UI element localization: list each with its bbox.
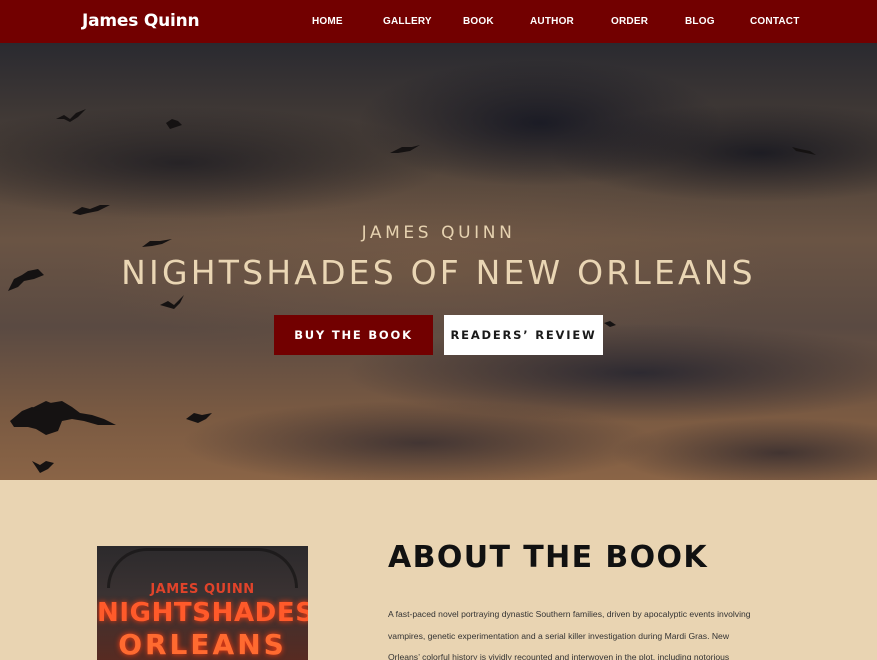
hero-author-name: JAMES QUINN	[361, 223, 516, 243]
nav-order[interactable]: ORDER	[611, 16, 648, 27]
nav-home[interactable]: HOME	[312, 16, 343, 27]
bat-icon	[604, 321, 616, 327]
cover-title-line2: ORLEANS	[118, 628, 287, 660]
bat-icon	[792, 147, 816, 155]
cover-title-line1: NIGHTSHADES	[97, 598, 308, 628]
nav-book[interactable]: BOOK	[463, 16, 494, 27]
about-description: A fast-paced novel portraying dynastic S…	[388, 604, 788, 660]
about-text-line: vampires, genetic experimentation and a …	[388, 630, 730, 641]
bat-icon	[160, 295, 184, 309]
book-cover-image: JAMES QUINN NIGHTSHADES ORLEANS	[97, 546, 308, 660]
buy-book-button[interactable]: BUY THE BOOK	[274, 315, 433, 355]
hero-book-title: NIGHTSHADES OF NEW ORLEANS	[121, 253, 756, 292]
bat-icon	[56, 109, 86, 122]
nav-contact[interactable]: CONTACT	[750, 16, 800, 27]
bat-icon	[186, 413, 212, 423]
site-brand[interactable]: James Quinn	[82, 11, 200, 31]
hero-section: JAMES QUINN NIGHTSHADES OF NEW ORLEANS B…	[0, 43, 877, 480]
bat-icon	[390, 145, 420, 153]
about-heading: ABOUT THE BOOK	[388, 540, 709, 575]
nav-blog[interactable]: BLOG	[685, 16, 715, 27]
readers-review-button[interactable]: READERS’ REVIEW	[444, 315, 603, 355]
bat-icon	[10, 401, 116, 435]
about-text-line: Orleans’ colorful history is vividly rec…	[388, 652, 730, 660]
about-section: JAMES QUINN NIGHTSHADES ORLEANS ABOUT TH…	[0, 480, 877, 660]
nav-gallery[interactable]: GALLERY	[383, 16, 432, 27]
top-navbar: James Quinn HOME GALLERY BOOK AUTHOR ORD…	[0, 0, 877, 43]
nav-author[interactable]: AUTHOR	[530, 16, 574, 27]
about-text-line: A fast-paced novel portraying dynastic S…	[388, 609, 751, 619]
bat-icon	[166, 119, 182, 129]
bat-icon	[32, 461, 54, 473]
bat-icon	[72, 205, 110, 215]
cover-author: JAMES QUINN	[150, 582, 255, 597]
